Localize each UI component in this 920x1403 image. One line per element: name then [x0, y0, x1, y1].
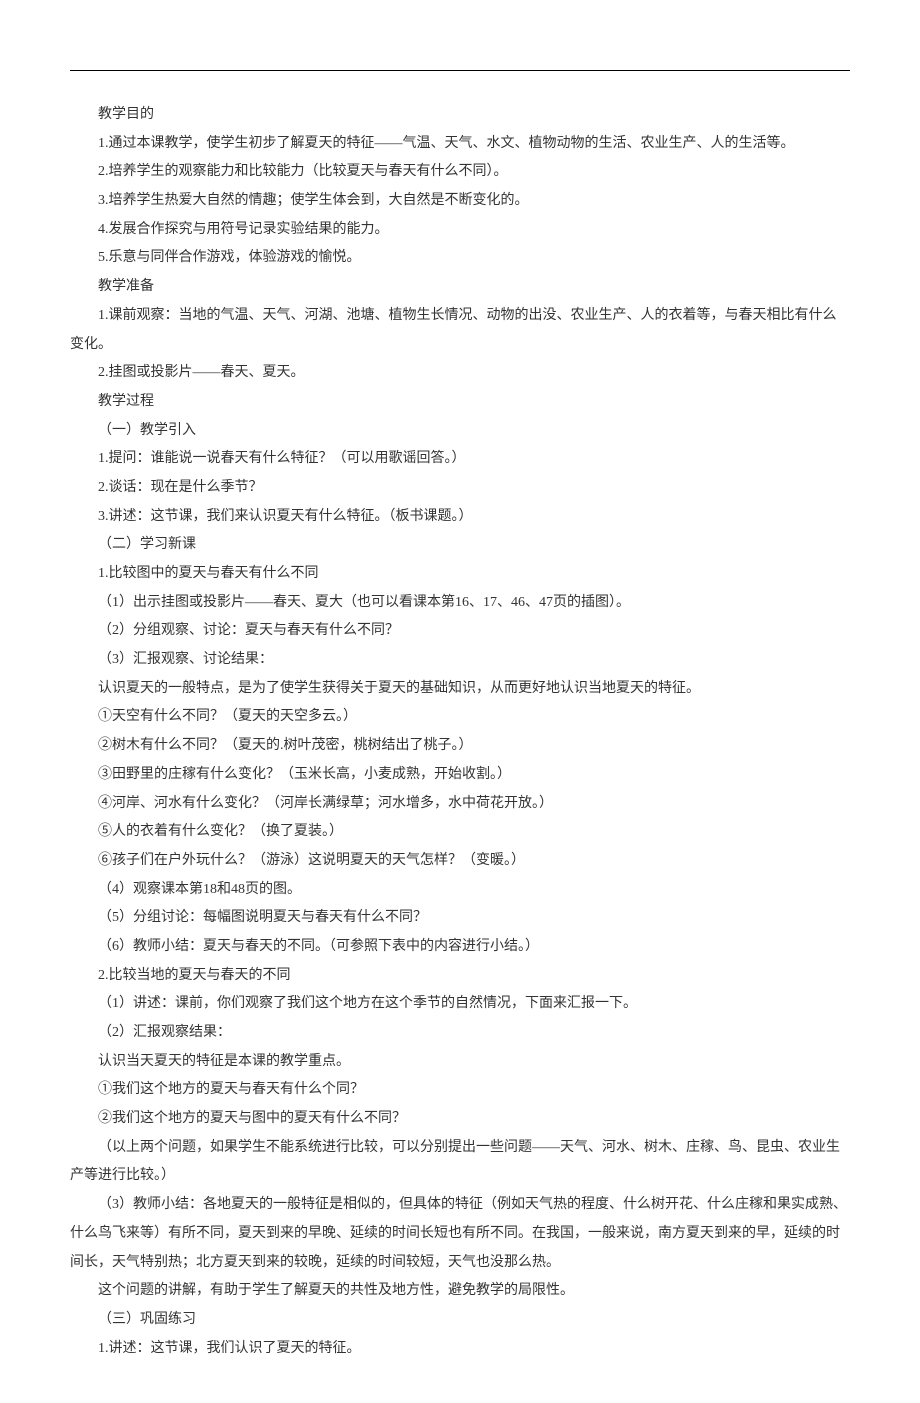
paragraph: （6）教师小结：夏天与春天的不同。（可参照下表中的内容进行小结。） — [70, 933, 850, 962]
paragraph: 1.比较图中的夏天与春天有什么不同 — [70, 560, 850, 589]
paragraph: （一）教学引入 — [70, 417, 850, 446]
paragraph: （2）汇报观察结果： — [70, 1019, 850, 1048]
paragraph: （三）巩固练习 — [70, 1306, 850, 1335]
paragraph: 教学目的 — [70, 101, 850, 130]
paragraph: （3）汇报观察、讨论结果： — [70, 646, 850, 675]
paragraph: ②我们这个地方的夏天与图中的夏天有什么不同？ — [70, 1105, 850, 1134]
paragraph: 3.讲述：这节课，我们来认识夏天有什么特征。（板书课题。） — [70, 503, 850, 532]
paragraph: （4）观察课本第18和48页的图。 — [70, 876, 850, 905]
document-page: 教学目的 1.通过本课教学，使学生初步了解夏天的特征——气温、天气、水文、植物动… — [0, 0, 920, 1403]
paragraph: （5）分组讨论：每幅图说明夏天与春天有什么不同？ — [70, 904, 850, 933]
top-rule — [70, 70, 850, 71]
paragraph: （1）讲述：课前，你们观察了我们这个地方在这个季节的自然情况，下面来汇报一下。 — [70, 990, 850, 1019]
paragraph: ⑤人的衣着有什么变化？（换了夏装。） — [70, 818, 850, 847]
paragraph: 认识当天夏天的特征是本课的教学重点。 — [70, 1048, 850, 1077]
paragraph: 3.培养学生热爱大自然的情趣；使学生体会到，大自然是不断变化的。 — [70, 187, 850, 216]
paragraph: 1.课前观察：当地的气温、天气、河湖、池塘、植物生长情况、动物的出没、农业生产、… — [70, 302, 850, 359]
paragraph: 2.挂图或投影片——春天、夏天。 — [70, 359, 850, 388]
paragraph: （2）分组观察、讨论：夏天与春天有什么不同？ — [70, 617, 850, 646]
paragraph: （以上两个问题，如果学生不能系统进行比较，可以分别提出一些问题——天气、河水、树… — [70, 1134, 850, 1191]
paragraph: （1）出示挂图或投影片——春天、夏大（也可以看课本第16、17、46、47页的插… — [70, 589, 850, 618]
paragraph: （3）教师小结：各地夏天的一般特征是相似的，但具体的特征（例如天气热的程度、什么… — [70, 1191, 850, 1277]
paragraph: 2.谈话：现在是什么季节？ — [70, 474, 850, 503]
paragraph: ②树木有什么不同？（夏天的.树叶茂密，桃树结出了桃子。） — [70, 732, 850, 761]
paragraph: 2.培养学生的观察能力和比较能力（比较夏天与春天有什么不同）。 — [70, 158, 850, 187]
paragraph: 2.比较当地的夏天与春天的不同 — [70, 962, 850, 991]
paragraph: 教学准备 — [70, 273, 850, 302]
paragraph: 5.乐意与同伴合作游戏，体验游戏的愉悦。 — [70, 244, 850, 273]
paragraph: ①天空有什么不同？（夏天的天空多云。） — [70, 703, 850, 732]
paragraph: 教学过程 — [70, 388, 850, 417]
paragraph: 认识夏天的一般特点，是为了使学生获得关于夏天的基础知识，从而更好地认识当地夏天的… — [70, 675, 850, 704]
paragraph: ④河岸、河水有什么变化？（河岸长满绿草；河水增多，水中荷花开放。） — [70, 790, 850, 819]
paragraph: ①我们这个地方的夏天与春天有什么个同？ — [70, 1076, 850, 1105]
paragraph: （二）学习新课 — [70, 531, 850, 560]
paragraph: ③田野里的庄稼有什么变化？（玉米长高，小麦成熟，开始收割。） — [70, 761, 850, 790]
paragraph: 1.提问：谁能说一说春天有什么特征？（可以用歌谣回答。） — [70, 445, 850, 474]
paragraph: 4.发展合作探究与用符号记录实验结果的能力。 — [70, 216, 850, 245]
document-body: 教学目的 1.通过本课教学，使学生初步了解夏天的特征——气温、天气、水文、植物动… — [70, 101, 850, 1363]
paragraph: 1.通过本课教学，使学生初步了解夏天的特征——气温、天气、水文、植物动物的生活、… — [70, 130, 850, 159]
paragraph: 1.讲述：这节课，我们认识了夏天的特征。 — [70, 1335, 850, 1364]
paragraph: ⑥孩子们在户外玩什么？（游泳）这说明夏天的天气怎样？（变暖。） — [70, 847, 850, 876]
